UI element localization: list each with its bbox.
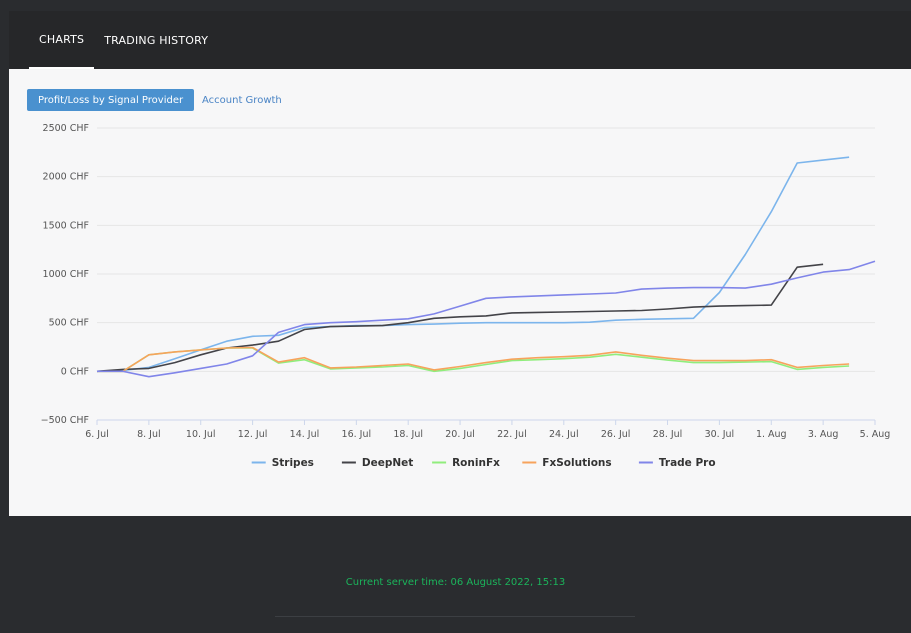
y-tick-label: 0 CHF [61,366,89,377]
x-tick-label: 28. Jul [653,429,683,440]
tab-trading-history[interactable]: TRADING HISTORY [94,11,218,69]
legend-label[interactable]: RoninFx [452,457,500,469]
x-tick-label: 22. Jul [497,429,527,440]
legend-label[interactable]: Trade Pro [659,457,716,469]
y-tick-label: 1500 CHF [43,220,89,231]
series-line-fxsolutions [97,346,850,373]
y-tick-label: 2500 CHF [43,123,89,134]
x-tick-label: 18. Jul [393,429,423,440]
x-tick-label: 8. Jul [137,429,161,440]
legend-label[interactable]: DeepNet [362,457,413,469]
x-tick-label: 30. Jul [705,429,735,440]
legend-label[interactable]: FxSolutions [542,457,611,469]
y-tick-label: 1000 CHF [43,269,89,280]
x-tick-label: 5. Aug [860,429,891,440]
y-tick-label: −500 CHF [41,415,89,426]
footer-divider [275,616,635,617]
x-tick-label: 24. Jul [549,429,579,440]
x-tick-label: 10. Jul [186,429,216,440]
x-tick-label: 3. Aug [808,429,839,440]
legend-label[interactable]: Stripes [272,457,314,469]
tab-charts[interactable]: CHARTS [29,11,95,69]
y-tick-label: 500 CHF [49,318,89,329]
y-tick-label: 2000 CHF [43,172,89,183]
x-tick-label: 14. Jul [290,429,320,440]
series-line-roninfx [97,347,850,373]
series-line-stripes [96,156,850,373]
profit-loss-chart: 2500 CHF 2000 CHF 1500 CHF 1000 CHF 500 CHF 0… [41,123,891,469]
x-tick-label: 12. Jul [238,429,268,440]
x-tick-label: 6. Jul [85,429,109,440]
x-tick-label: 16. Jul [342,429,372,440]
x-tick-label: 20. Jul [445,429,475,440]
x-tick-label: 1. Aug [756,429,787,440]
server-time: Current server time: 06 August 2022, 15:… [345,577,566,588]
series-line-deepnet [96,263,824,373]
top-tabs: CHARTS TRADING HISTORY [9,11,911,69]
x-tick-label: 26. Jul [601,429,631,440]
